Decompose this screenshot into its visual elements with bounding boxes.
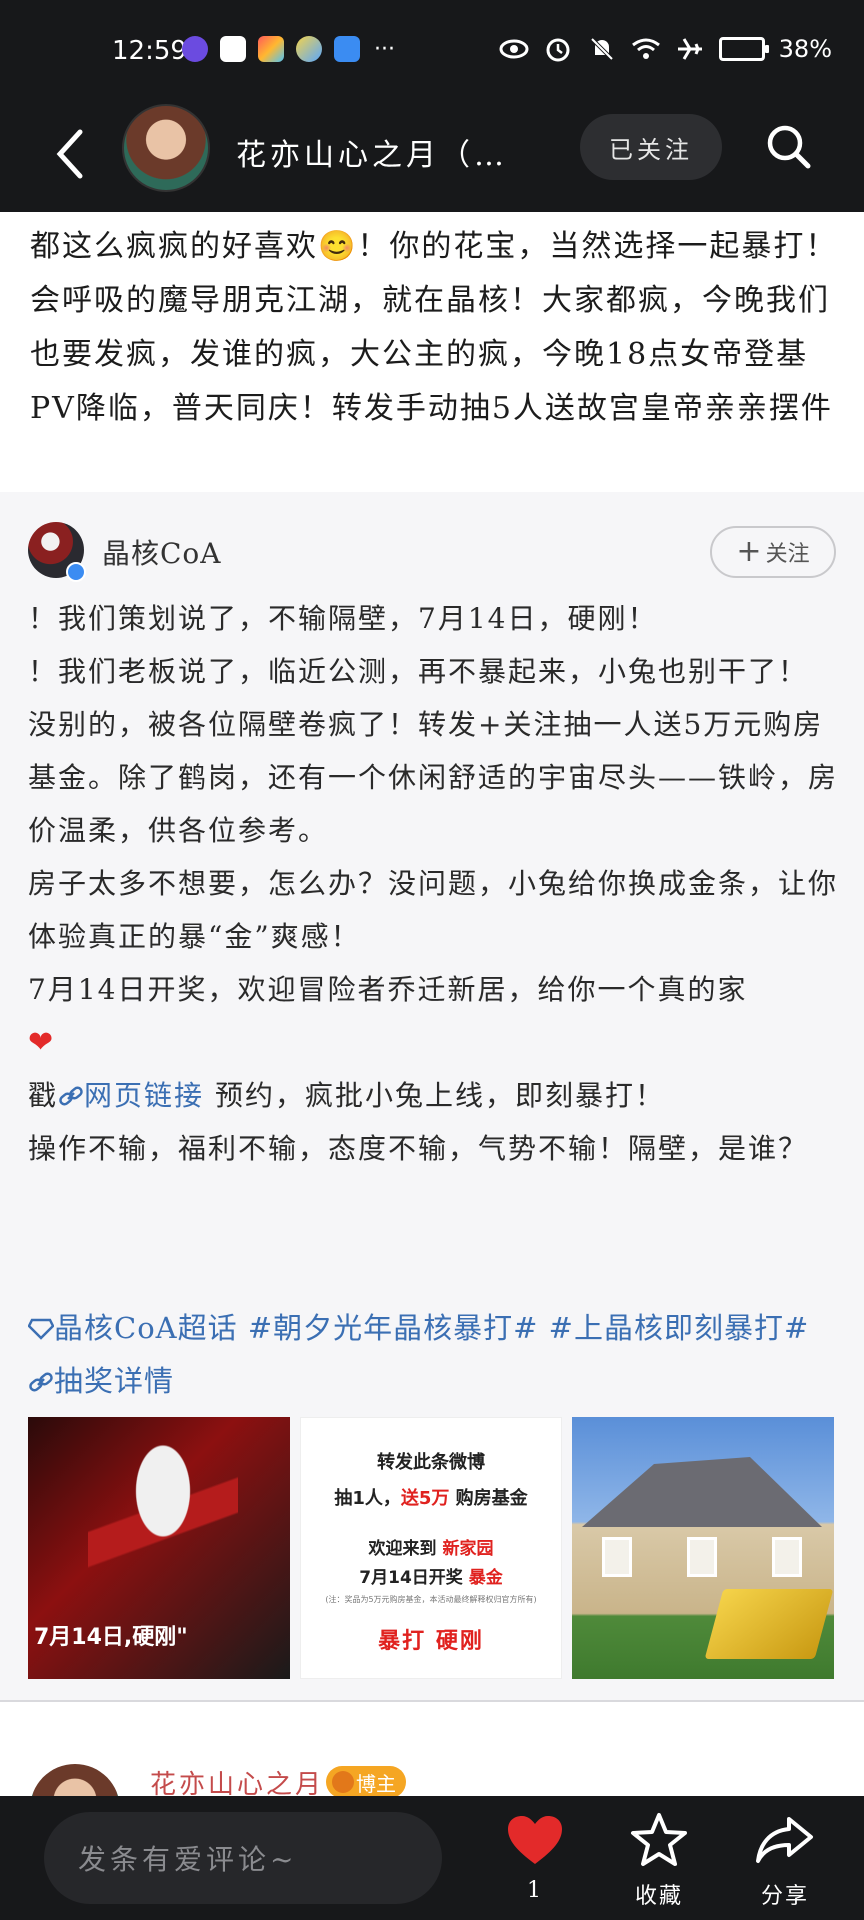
airplane-icon xyxy=(675,34,705,64)
character-art xyxy=(88,1437,238,1617)
repost-author-name[interactable]: 晶核CoA xyxy=(102,532,222,572)
back-button[interactable] xyxy=(40,124,100,184)
chevron-left-icon xyxy=(56,129,83,179)
promo-line: 抽1人，送5万 购房基金 xyxy=(334,1488,528,1509)
post-text: 都这么疯疯的好喜欢😊！你的花宝，当然选择一起暴打！会呼吸的魔导朋克江湖，就在晶核… xyxy=(30,229,838,426)
image-thumbnail-character[interactable]: 7月14日,硬刚" xyxy=(28,1417,290,1679)
image-thumbnail-promo[interactable]: 转发此条微博 抽1人，送5万 购房基金 欢迎来到 新家园 7月14日开奖 暴金 … xyxy=(300,1417,562,1679)
repost-line: 戳网页链接 预约，疯批小兔上线，即刻暴打！ xyxy=(28,1069,840,1122)
repost-card[interactable]: 晶核CoA + 关注 ！我们策划说了，不输隔壁，7月14日，硬刚！ ！我们老板说… xyxy=(0,492,864,1702)
section-divider xyxy=(0,1700,864,1702)
heart-emoji-line: ❤ xyxy=(28,1016,840,1069)
verified-badge-icon xyxy=(66,562,86,582)
battery-icon xyxy=(718,37,769,61)
star-icon xyxy=(631,1813,687,1866)
repost-line: ！我们策划说了，不输隔壁，7月14日，硬刚！ xyxy=(28,602,658,635)
more-dots-icon: ··· xyxy=(374,36,395,62)
favorite-button[interactable]: 收藏 xyxy=(614,1810,704,1910)
repost-line: 操作不输，福利不输，态度不输，气势不输！隔壁，是谁？ xyxy=(28,1132,809,1165)
plus-icon: + xyxy=(736,534,762,569)
user-name[interactable]: 花亦山心之月（… xyxy=(236,130,508,174)
follow-button[interactable]: + 关注 xyxy=(710,526,836,578)
search-icon xyxy=(767,125,811,169)
lottery-label: 抽奖详情 xyxy=(54,1364,175,1398)
user-avatar[interactable] xyxy=(122,104,210,192)
promo-line: 7月14日开奖 暴金 xyxy=(359,1568,503,1588)
calendar-icon xyxy=(220,36,246,62)
following-button[interactable]: 已关注 xyxy=(580,114,722,180)
repost-line: ！我们老板说了，临近公测，再不暴起来，小兔也别干了！ xyxy=(28,655,809,688)
favorite-label: 收藏 xyxy=(634,1884,683,1909)
blogger-badge: 博主 xyxy=(326,1766,406,1798)
lottery-link[interactable]: 抽奖详情 xyxy=(28,1364,174,1398)
notification-app-icon xyxy=(182,36,208,62)
status-bar: 12:59 ··· 38% xyxy=(0,0,864,104)
repost-body: ！我们策划说了，不输隔壁，7月14日，硬刚！ ！我们老板说了，临近公测，再不暴起… xyxy=(28,592,840,1175)
heart-icon xyxy=(508,1816,562,1864)
image-thumbnail-house[interactable] xyxy=(572,1417,834,1679)
like-count: 1 xyxy=(527,1878,543,1903)
house-window xyxy=(687,1537,717,1577)
thumbnail-caption: 7月14日,硬刚" xyxy=(34,1625,188,1650)
mute-icon xyxy=(587,34,617,64)
super-topic-label: 晶核CoA超话 xyxy=(54,1311,238,1345)
bottom-action-bar: 发条有爱评论~ 1 收藏 分享 xyxy=(0,1796,864,1920)
status-time: 12:59 xyxy=(112,36,187,66)
link-icon xyxy=(29,1372,53,1392)
weather-icon xyxy=(296,36,322,62)
diamond-icon xyxy=(27,1318,55,1340)
gold-bars xyxy=(704,1589,834,1659)
tag-row: 晶核CoA超话 #朝夕光年晶核暴打# #上晶核即刻暴打# 抽奖详情 xyxy=(27,1302,840,1408)
house-window xyxy=(602,1537,632,1577)
share-arrow-icon xyxy=(756,1817,813,1863)
follow-label: 关注 xyxy=(765,542,810,567)
share-button[interactable]: 分享 xyxy=(740,1810,830,1910)
app-icon xyxy=(258,36,284,62)
heart-emoji-icon: ❤ xyxy=(28,1025,56,1060)
link-icon xyxy=(59,1086,83,1106)
share-label: 分享 xyxy=(760,1884,809,1909)
house-window xyxy=(772,1537,802,1577)
repost-line: 7月14日开奖，欢迎冒险者乔迁新居，给你一个真的家 xyxy=(28,973,748,1006)
image-grid: 7月14日,硬刚" 转发此条微博 抽1人，送5万 购房基金 欢迎来到 新家园 7… xyxy=(28,1417,834,1679)
comment-input[interactable]: 发条有爱评论~ xyxy=(44,1812,442,1904)
nav-bar: 花亦山心之月（… 已关注 xyxy=(0,104,864,212)
status-right-icons: 38% xyxy=(499,34,832,64)
browser-icon xyxy=(334,36,360,62)
house-roof xyxy=(582,1457,822,1527)
promo-small-print: (注：奖品为5万元购房基金，本活动最终解释权归官方所有) xyxy=(325,1595,537,1604)
repost-line: 房子太多不想要，怎么办？没问题，小兔给你换成金条，让你体验真正的暴“金”爽感！ xyxy=(28,867,839,953)
alarm-icon xyxy=(543,34,573,64)
super-topic-link[interactable]: 晶核CoA超话 xyxy=(27,1311,238,1345)
search-button[interactable] xyxy=(760,118,816,174)
hashtag-link[interactable]: #朝夕光年晶核暴打# xyxy=(248,1311,539,1345)
poke-prefix: 戳 xyxy=(28,1079,59,1112)
web-link-label: 网页链接 xyxy=(84,1079,205,1112)
status-left-icons: ··· xyxy=(182,36,395,62)
promo-line: 欢迎来到 新家园 xyxy=(368,1539,494,1559)
wifi-icon xyxy=(631,34,661,64)
like-button[interactable]: 1 xyxy=(490,1810,580,1903)
hashtag-link[interactable]: #上晶核即刻暴打# xyxy=(549,1311,810,1345)
web-link[interactable]: 网页链接 xyxy=(58,1079,204,1112)
repost-line: 没别的，被各位隔壁卷疯了！转发+关注抽一人送5万元购房基金。除了鹤岗，还有一个休… xyxy=(28,708,839,847)
battery-percent: 38% xyxy=(778,35,832,63)
eye-icon xyxy=(499,34,529,64)
promo-line: 转发此条微博 xyxy=(377,1452,485,1473)
repost-line-tail: 预约，疯批小兔上线，即刻暴打！ xyxy=(214,1079,665,1112)
promo-line: 暴打 硬刚 xyxy=(378,1629,484,1654)
